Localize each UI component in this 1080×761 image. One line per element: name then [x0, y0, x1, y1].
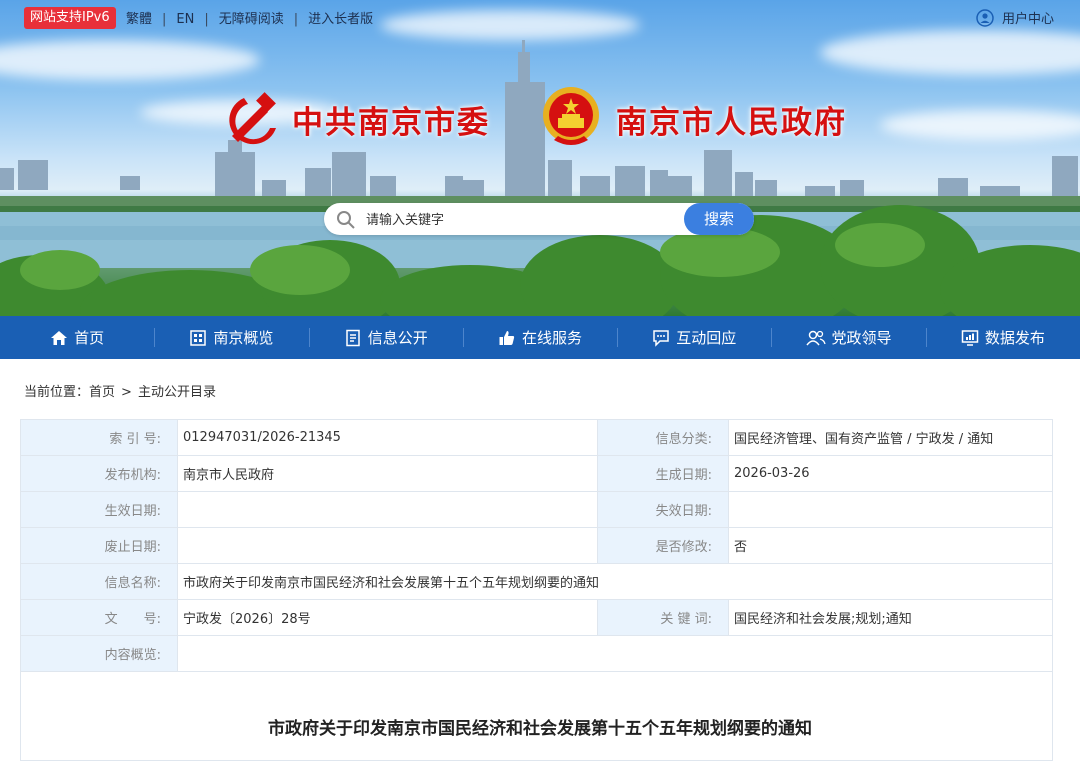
separator: |	[162, 12, 167, 27]
top-links: 繁體 | EN | 无障碍阅读 | 进入长者版	[126, 8, 373, 27]
nav-label: 互动回应	[676, 329, 737, 347]
national-emblem-icon	[543, 87, 599, 145]
modified-label: 是否修改:	[597, 527, 729, 564]
created-date-label: 生成日期:	[597, 455, 729, 492]
traditional-chinese-link[interactable]: 繁體	[126, 12, 152, 27]
nav-label: 信息公开	[367, 329, 428, 347]
thumbs-up-icon	[499, 330, 515, 345]
nav-item-leadership[interactable]: 党政领导	[771, 316, 925, 359]
separator: |	[204, 12, 209, 27]
search-input[interactable]	[364, 207, 668, 233]
search-button[interactable]: 搜索	[684, 203, 754, 235]
nav-item-home[interactable]: 首页	[0, 316, 154, 359]
publisher-value: 南京市人民政府	[177, 455, 598, 492]
modified-value: 否	[728, 527, 1053, 564]
table-row: 索 引 号: 012947031/2026-21345 信息分类: 国民经济管理…	[20, 419, 1053, 456]
expire-date-label: 失效日期:	[597, 491, 729, 528]
nav-item-online-service[interactable]: 在线服务	[462, 316, 617, 359]
city-skyline-image	[0, 40, 1080, 316]
table-row: 内容概览:	[20, 635, 1053, 672]
nav-item-overview[interactable]: 南京概览	[154, 316, 308, 359]
nav-label: 南京概览	[213, 329, 274, 347]
category-value: 国民经济管理、国有资产监管 / 宁政发 / 通知	[728, 419, 1053, 456]
table-row: 生效日期: 失效日期:	[20, 491, 1053, 528]
index-number-label: 索 引 号:	[20, 419, 178, 456]
keywords-value: 国民经济和社会发展;规划;通知	[728, 599, 1053, 636]
government-title: 南京市人民政府	[616, 105, 847, 141]
main-nav: 首页 南京概览 信息公开 在线服务 互动回应 党政领导 数据发布	[0, 316, 1080, 359]
table-row: 信息名称: 市政府关于印发南京市国民经济和社会发展第十五个五年规划纲要的通知	[20, 563, 1053, 600]
header-banner: 网站支持IPv6 繁體 | EN | 无障碍阅读 | 进入长者版 用户中心 中共南京市委 南…	[0, 0, 1080, 316]
index-number-value: 012947031/2026-21345	[177, 419, 598, 456]
elderly-mode-link[interactable]: 进入长者版	[308, 12, 373, 27]
accessibility-link[interactable]: 无障碍阅读	[219, 12, 284, 27]
effective-date-value	[177, 491, 598, 528]
breadcrumb-prefix: 当前位置：	[24, 385, 90, 400]
document-number-label: 文 号:	[20, 599, 178, 636]
top-utility-bar: 网站支持IPv6 繁體 | EN | 无障碍阅读 | 进入长者版 用户中心	[0, 0, 1080, 36]
nav-item-data-release[interactable]: 数据发布	[925, 316, 1080, 359]
category-label: 信息分类:	[597, 419, 729, 456]
keywords-label: 关 键 词:	[597, 599, 729, 636]
document-number-value: 宁政发〔2026〕28号	[177, 599, 598, 636]
summary-label: 内容概览:	[20, 635, 178, 672]
document-metadata-table: 索 引 号: 012947031/2026-21345 信息分类: 国民经济管理…	[20, 419, 1053, 672]
english-link[interactable]: EN	[176, 12, 194, 27]
table-row: 发布机构: 南京市人民政府 生成日期: 2026-03-26	[20, 455, 1053, 492]
breadcrumb-separator: >	[121, 385, 132, 400]
nav-item-interaction[interactable]: 互动回应	[617, 316, 771, 359]
expire-date-value	[728, 491, 1053, 528]
home-icon	[51, 330, 68, 345]
search-icon	[337, 211, 355, 229]
party-committee-title: 中共南京市委	[292, 105, 490, 141]
summary-value	[177, 635, 1053, 672]
table-row: 文 号: 宁政发〔2026〕28号 关 键 词: 国民经济和社会发展;规划;通知	[20, 599, 1053, 636]
document-icon	[345, 329, 360, 346]
monitor-chart-icon	[961, 329, 979, 346]
info-name-label: 信息名称:	[20, 563, 178, 600]
party-emblem-icon	[229, 92, 276, 145]
separator: |	[293, 12, 299, 27]
nav-label: 在线服务	[521, 329, 582, 347]
nav-label: 首页	[74, 329, 105, 347]
abolish-date-label: 废止日期:	[20, 527, 178, 564]
search-bar: 搜索	[324, 203, 754, 235]
nav-label: 党政领导	[831, 329, 892, 347]
building-icon	[190, 329, 207, 346]
document-title: 市政府关于印发南京市国民经济和社会发展第十五个五年规划纲要的通知	[268, 719, 812, 739]
breadcrumb-home-link[interactable]: 首页	[89, 385, 115, 400]
info-name-value: 市政府关于印发南京市国民经济和社会发展第十五个五年规划纲要的通知	[177, 563, 1053, 600]
ipv6-badge: 网站支持IPv6	[24, 7, 116, 29]
abolish-date-value	[177, 527, 598, 564]
nav-label: 数据发布	[984, 329, 1045, 347]
table-row: 废止日期: 是否修改: 否	[20, 527, 1053, 564]
chat-icon	[653, 329, 669, 347]
people-icon	[805, 330, 826, 345]
user-center-label: 用户中心	[1001, 12, 1054, 27]
nav-item-disclosure[interactable]: 信息公开	[308, 316, 463, 359]
user-icon	[976, 8, 994, 27]
breadcrumb-current[interactable]: 主动公开目录	[138, 385, 216, 400]
effective-date-label: 生效日期:	[20, 491, 178, 528]
user-center-link[interactable]: 用户中心	[976, 8, 1054, 27]
breadcrumb: 当前位置：首页 > 主动公开目录	[24, 381, 216, 400]
created-date-value: 2026-03-26	[728, 455, 1053, 492]
publisher-label: 发布机构:	[20, 455, 178, 492]
